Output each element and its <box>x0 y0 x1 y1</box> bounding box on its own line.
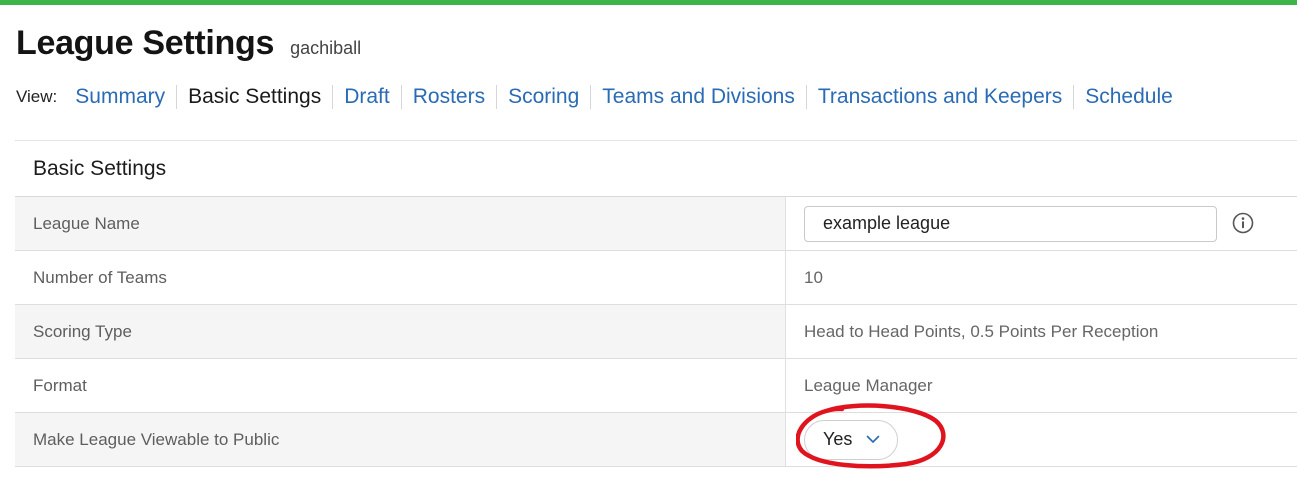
select-value: Yes <box>823 429 853 449</box>
row-value: Yes <box>786 413 1297 466</box>
tab-draft[interactable]: Draft <box>332 85 401 109</box>
tab-scoring[interactable]: Scoring <box>496 85 590 109</box>
page-header: League Settings gachiball <box>16 24 361 72</box>
info-circle-icon[interactable] <box>1232 212 1254 234</box>
tab-schedule[interactable]: Schedule <box>1073 85 1184 109</box>
scoring-type-value: Head to Head Points, 0.5 Points Per Rece… <box>804 321 1159 341</box>
view-nav: View: Summary Basic Settings Draft Roste… <box>16 82 1184 112</box>
format-value: League Manager <box>804 375 933 395</box>
public-viewable-select[interactable]: Yes <box>804 419 898 460</box>
tab-basic-settings[interactable]: Basic Settings <box>176 85 332 109</box>
page-title: League Settings <box>16 24 275 62</box>
tab-transactions-and-keepers[interactable]: Transactions and Keepers <box>805 85 1073 109</box>
number-of-teams-value: 10 <box>804 267 823 287</box>
row-label: Format <box>15 359 786 412</box>
chevron-down-icon <box>867 435 880 443</box>
row-label: Number of Teams <box>15 251 786 304</box>
row-value <box>786 197 1297 250</box>
view-label: View: <box>16 87 58 106</box>
tab-summary[interactable]: Summary <box>75 85 176 109</box>
row-label: Scoring Type <box>15 305 786 358</box>
settings-row-format: Format League Manager <box>15 359 1297 413</box>
panel-title: Basic Settings <box>15 140 1297 197</box>
settings-row-league-name: League Name <box>15 197 1297 251</box>
settings-row-public-viewable: Make League Viewable to Public Yes <box>15 413 1297 467</box>
league-name-subtitle: gachiball <box>290 38 362 58</box>
basic-settings-panel: Basic Settings League Name Number of Tea… <box>15 140 1297 467</box>
row-label: Make League Viewable to Public <box>15 413 786 466</box>
settings-row-number-of-teams: Number of Teams 10 <box>15 251 1297 305</box>
tab-rosters[interactable]: Rosters <box>400 85 496 109</box>
settings-row-scoring-type: Scoring Type Head to Head Points, 0.5 Po… <box>15 305 1297 359</box>
league-name-input[interactable] <box>804 205 1217 242</box>
top-accent-bar <box>0 0 1297 5</box>
row-label: League Name <box>15 197 786 250</box>
tab-teams-and-divisions[interactable]: Teams and Divisions <box>590 85 806 109</box>
